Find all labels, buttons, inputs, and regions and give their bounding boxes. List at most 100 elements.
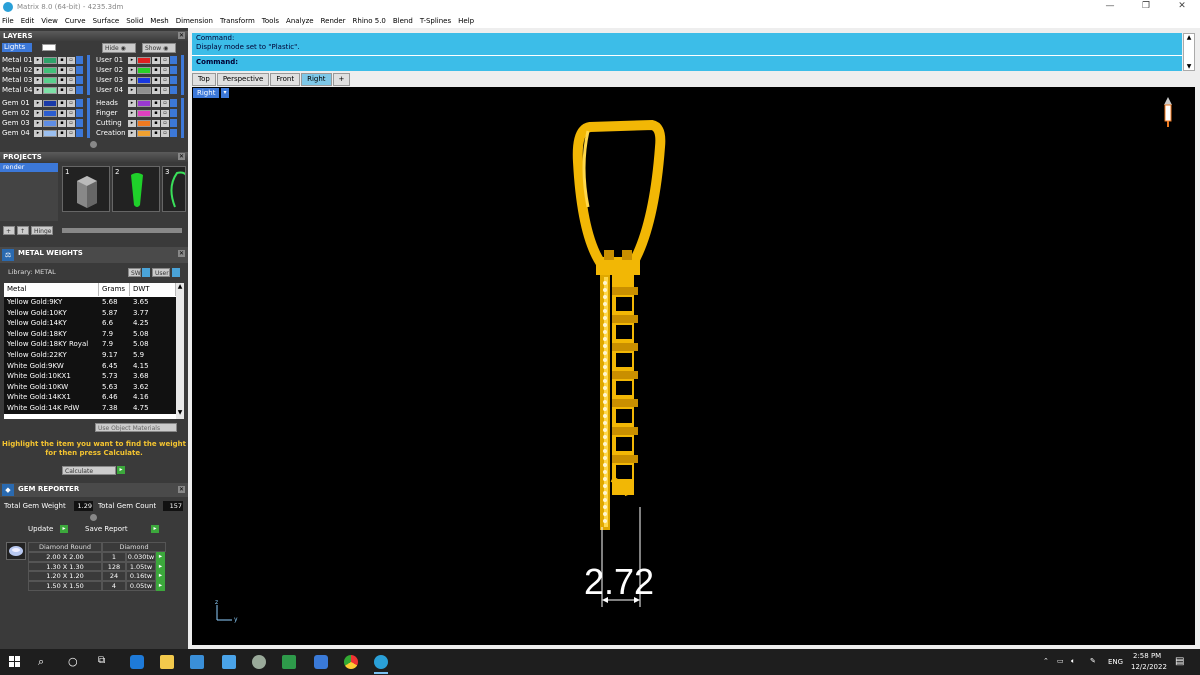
layer-row[interactable]: User 02 ▸ ▪ ▫ <box>96 65 178 75</box>
menu-item-help[interactable]: Help <box>458 17 474 25</box>
clock-time[interactable]: 2:58 PM <box>1133 652 1161 660</box>
layer-color-swatch[interactable] <box>137 119 151 127</box>
save-report-button[interactable]: Save Report <box>85 525 128 533</box>
layer-row[interactable]: Creation ▸ ▪ ▫ <box>96 128 178 138</box>
table-row[interactable]: Yellow Gold:10KY 5.87 3.77 <box>4 307 176 319</box>
layer-color-swatch[interactable] <box>137 109 151 117</box>
lock-icon[interactable]: ▪ <box>58 86 66 94</box>
visibility-toggle-icon[interactable]: ▸ <box>128 66 136 74</box>
visibility-toggle-icon[interactable]: ▸ <box>34 119 42 127</box>
command-scrollbar[interactable]: ▲ ▼ <box>1183 33 1195 71</box>
table-row[interactable]: Yellow Gold:22KY 9.17 5.9 <box>4 350 176 361</box>
table-row[interactable]: Yellow Gold:18KY 7.9 5.08 <box>4 328 176 340</box>
layer-select-icon[interactable]: ▫ <box>67 129 75 137</box>
calculate-go-icon[interactable]: ▸ <box>117 466 125 474</box>
gem-select-icon[interactable]: ▸ <box>156 571 165 582</box>
layer-color-swatch[interactable] <box>43 76 57 84</box>
layer-color-swatch[interactable] <box>43 109 57 117</box>
layer-row[interactable]: Metal 01 ▸ ▪ ▫ <box>2 55 84 65</box>
lock-icon[interactable]: ▪ <box>58 129 66 137</box>
scroll-down-icon[interactable]: ▼ <box>176 409 184 419</box>
project-item-render[interactable]: render <box>0 163 58 172</box>
layer-row[interactable]: Metal 04 ▸ ▪ ▫ <box>2 85 84 95</box>
layer-select-icon[interactable]: ▫ <box>67 76 75 84</box>
project-thumb-2[interactable]: 2 <box>112 166 160 212</box>
visibility-toggle-icon[interactable]: ▸ <box>34 86 42 94</box>
layer-select-icon[interactable]: ▫ <box>67 86 75 94</box>
layer-row[interactable]: Gem 04 ▸ ▪ ▫ <box>2 128 84 138</box>
layer-color-swatch[interactable] <box>43 56 57 64</box>
layer-select-icon[interactable]: ▫ <box>161 119 169 127</box>
scroll-up-icon[interactable]: ▲ <box>176 283 184 293</box>
user-button[interactable]: User <box>152 268 170 277</box>
lock-icon[interactable]: ▪ <box>58 109 66 117</box>
table-row[interactable]: White Gold:14K PdW 7.38 4.75 <box>4 403 176 414</box>
project-thumb-1[interactable]: 1 <box>62 166 110 212</box>
lock-icon[interactable]: ▪ <box>152 119 160 127</box>
table-row[interactable]: Yellow Gold:9KY 5.68 3.65 <box>4 297 176 308</box>
chrome-icon[interactable] <box>344 655 358 669</box>
calculate-button[interactable]: Calculate <box>62 466 116 475</box>
lock-icon[interactable]: ▪ <box>152 129 160 137</box>
layer-active-toggle[interactable] <box>76 56 83 64</box>
layer-select-icon[interactable]: ▫ <box>161 109 169 117</box>
menu-item-curve[interactable]: Curve <box>65 17 86 25</box>
notification-icon[interactable]: ▤ <box>1175 656 1184 667</box>
tab-top[interactable]: Top <box>192 73 216 86</box>
excel-icon[interactable] <box>282 655 296 669</box>
lock-icon[interactable]: ▪ <box>152 86 160 94</box>
layer-active-toggle[interactable] <box>76 76 83 84</box>
layer-select-icon[interactable]: ▫ <box>161 76 169 84</box>
projects-scrollbar[interactable] <box>62 228 182 233</box>
layer-active-toggle[interactable] <box>170 76 177 84</box>
lights-layer[interactable]: Lights <box>2 43 32 52</box>
use-object-materials-dropdown[interactable]: Use Object Materials <box>95 423 177 432</box>
table-row[interactable]: White Gold:10KW 5.63 3.62 <box>4 381 176 393</box>
scroll-down-icon[interactable]: ▼ <box>1184 63 1194 70</box>
lock-icon[interactable]: ▪ <box>152 109 160 117</box>
menu-item-view[interactable]: View <box>41 17 58 25</box>
menu-item-transform[interactable]: Transform <box>220 17 255 25</box>
layer-color-swatch[interactable] <box>43 119 57 127</box>
matrix-taskbar-icon[interactable] <box>374 655 388 669</box>
edge-browser-icon[interactable] <box>130 655 144 669</box>
scroll-up-icon[interactable]: ▲ <box>1184 34 1194 41</box>
visibility-toggle-icon[interactable]: ▸ <box>34 66 42 74</box>
cortana-icon[interactable]: ○ <box>68 655 82 669</box>
user-toggle[interactable] <box>172 268 180 277</box>
col-metal[interactable]: Metal <box>4 283 99 296</box>
project-thumb-3[interactable]: 3 <box>162 166 186 212</box>
layer-select-icon[interactable]: ▫ <box>67 109 75 117</box>
gem-select-icon[interactable]: ▸ <box>156 561 165 572</box>
layer-row[interactable]: Gem 03 ▸ ▪ ▫ <box>2 118 84 128</box>
windows-start-icon[interactable] <box>9 656 23 670</box>
layer-active-toggle[interactable] <box>76 66 83 74</box>
visibility-toggle-icon[interactable]: ▸ <box>128 56 136 64</box>
up-button[interactable]: ↑ <box>17 226 29 235</box>
col-dwt[interactable]: DWT <box>130 283 176 296</box>
layer-active-toggle[interactable] <box>170 109 177 117</box>
close-icon[interactable]: ✕ <box>178 486 185 493</box>
layer-select-icon[interactable]: ▫ <box>67 56 75 64</box>
visibility-toggle-icon[interactable]: ▸ <box>128 119 136 127</box>
table-row[interactable]: Yellow Gold:14KY 6.6 4.25 <box>4 318 176 329</box>
layer-select-icon[interactable]: ▫ <box>67 99 75 107</box>
layer-color-swatch[interactable] <box>43 99 57 107</box>
layer-active-toggle[interactable] <box>76 129 83 137</box>
visibility-toggle-icon[interactable]: ▸ <box>128 76 136 84</box>
clock-date[interactable]: 12/2/2022 <box>1131 663 1167 671</box>
menu-item-analyze[interactable]: Analyze <box>286 17 314 25</box>
show-button[interactable]: Show ◉ <box>142 43 176 53</box>
layer-select-icon[interactable]: ▫ <box>161 129 169 137</box>
visibility-toggle-icon[interactable]: ▸ <box>128 109 136 117</box>
gem-row[interactable]: 1.30 X 1.30 128 1.05tw ▸ <box>28 561 168 572</box>
collapse-icon[interactable] <box>90 141 97 148</box>
menu-item-surface[interactable]: Surface <box>93 17 120 25</box>
save-report-go-icon[interactable]: ▸ <box>151 525 159 533</box>
table-row[interactable]: White Gold:9KW 6.45 4.15 <box>4 360 176 372</box>
layer-select-icon[interactable]: ▫ <box>161 99 169 107</box>
visibility-toggle-icon[interactable]: ▸ <box>34 109 42 117</box>
layer-color-swatch[interactable] <box>43 66 57 74</box>
close-icon[interactable]: ✕ <box>178 153 185 160</box>
tab-perspective[interactable]: Perspective <box>216 73 270 86</box>
